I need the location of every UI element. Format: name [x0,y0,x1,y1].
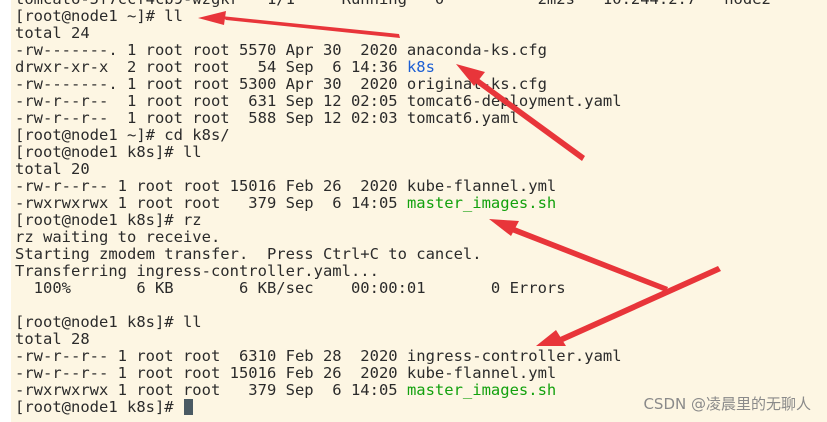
terminal-text: rz waiting to receive. [15,228,221,246]
terminal-text: -rw-r--r-- 1 root root 6310 Feb 28 2020 … [15,347,622,365]
terminal-line: 100% 6 KB 6 KB/sec 00:00:01 0 Errors [15,280,566,297]
terminal-line: total 20 [15,161,90,178]
terminal-line: total 28 [15,331,90,348]
terminal-text: total 20 [15,160,90,178]
terminal-line: -rw-r--r-- 1 root root 588 Sep 12 02:03 … [15,110,519,127]
terminal-highlighted-text: k8s [406,58,435,76]
terminal-line: [root@node1 ~]# cd k8s/ [15,127,230,144]
terminal-text: Transferring ingress-controller.yaml... [15,262,379,280]
terminal-line: [root@node1 k8s]# ll [15,314,202,331]
terminal-text: [root@node1 ~]# cd k8s/ [15,126,230,144]
terminal-line: [root@node1 ~]# ll [15,8,183,25]
terminal-text: -rw-------. 1 root root 5570 Apr 30 2020… [15,41,547,59]
terminal-line: -rw-r--r-- 1 root root 15016 Feb 26 2020… [15,365,556,382]
terminal-text: -rw-r--r-- 1 root root 15016 Feb 26 2020… [15,177,557,195]
terminal-line: Transferring ingress-controller.yaml... [15,263,379,280]
terminal-line: Starting zmodem transfer. Press Ctrl+C t… [15,246,482,263]
terminal-text: drwxr-xr-x 2 root root 54 Sep 6 14:36 [15,58,407,76]
terminal-text: -rwxrwxrwx 1 root root 379 Sep 6 14:05 [15,381,407,399]
terminal-line: [root@node1 k8s]# [15,399,193,416]
terminal-text: 100% 6 KB 6 KB/sec 00:00:01 0 Errors [15,279,566,297]
terminal-text: -rw-r--r-- 1 root root 631 Sep 12 02:05 … [15,92,622,110]
terminal-text: Starting zmodem transfer. Press Ctrl+C t… [15,245,482,263]
terminal-text: [root@node1 ~]# ll [15,7,183,25]
terminal-line: [root@node1 k8s]# ll [15,144,202,161]
terminal-text: total 28 [15,330,90,348]
terminal-highlighted-text: master_images.sh [406,194,557,212]
terminal-line: -rwxrwxrwx 1 root root 379 Sep 6 14:05 m… [15,195,556,212]
terminal-highlighted-text: master_images.sh [406,381,557,399]
terminal-text: [root@node1 k8s]# ll [15,143,202,161]
terminal-line: -rw-r--r-- 1 root root 6310 Feb 28 2020 … [15,348,622,365]
terminal-line: [root@node1 k8s]# rz [15,212,202,229]
terminal-text: -rw-r--r-- 1 root root 588 Sep 12 02:03 … [15,109,519,127]
terminal-line: -rw-r--r-- 1 root root 15016 Feb 26 2020… [15,178,556,195]
terminal-line: rz waiting to receive. [15,229,220,246]
terminal-output[interactable]: tomcat6-5f7ccf4cb9-wzgkr 1/1 Running 0 2… [11,0,827,422]
terminal-text: -rw-------. 1 root root 5300 Apr 30 2020… [15,75,547,93]
csdn-watermark: CSDN @凌晨里的无聊人 [643,395,811,413]
terminal-text: -rw-r--r-- 1 root root 15016 Feb 26 2020… [15,364,557,382]
terminal-text: [root@node1 k8s]# rz [15,211,202,229]
terminal-line: -rw-------. 1 root root 5300 Apr 30 2020… [15,76,547,93]
terminal-line: -rw-r--r-- 1 root root 631 Sep 12 02:05 … [15,93,622,110]
terminal-text: total 24 [15,24,90,42]
window-left-edge [0,0,11,422]
terminal-text: -rwxrwxrwx 1 root root 379 Sep 6 14:05 [15,194,407,212]
terminal-line: -rwxrwxrwx 1 root root 379 Sep 6 14:05 m… [15,382,556,399]
terminal-line: -rw-------. 1 root root 5570 Apr 30 2020… [15,42,547,59]
terminal-line: drwxr-xr-x 2 root root 54 Sep 6 14:36 k8… [15,59,435,76]
terminal-text: [root@node1 k8s]# ll [15,313,202,331]
terminal-cursor [183,399,193,415]
terminal-text: [root@node1 k8s]# [15,398,183,416]
terminal-line: total 24 [15,25,90,42]
